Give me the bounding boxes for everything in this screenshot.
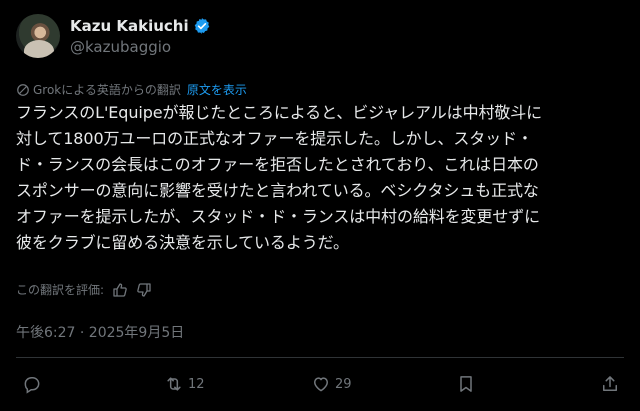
rate-translation-label: この翻訳を評価: [16, 283, 105, 297]
bookmark-button[interactable] [456, 374, 476, 394]
grok-icon [17, 83, 29, 96]
tweet-header: Kazu Kakiuchi @kazubaggio [16, 14, 624, 62]
retweet-icon [167, 377, 181, 391]
like-button[interactable]: 29 [311, 374, 352, 394]
heart-icon [314, 377, 328, 392]
tweet-text-line: フランスのL'Equipeが報じたところによると、ビジャレアルは中村敬斗に [16, 103, 543, 122]
retweet-count: 12 [188, 376, 205, 392]
translation-notice: Grokによる英語からの翻訳 原文を表示 [16, 81, 247, 98]
display-name[interactable]: Kazu Kakiuchi [70, 17, 189, 35]
translation-label: Grokによる英語からの翻訳 [33, 83, 181, 97]
rate-translation: この翻訳を評価: [16, 281, 152, 298]
share-button[interactable] [600, 374, 620, 394]
retweet-button[interactable]: 12 [164, 374, 205, 394]
share-icon [603, 376, 617, 391]
bookmark-icon [460, 376, 472, 392]
show-original-link[interactable]: 原文を表示 [187, 81, 247, 98]
user-handle[interactable]: @kazubaggio [70, 38, 171, 56]
avatar[interactable] [16, 14, 60, 58]
tweet-text-line: オファーを提示したが、スタッド・ド・ランスは中村の給料を変更せずに [16, 207, 541, 226]
tweet-text: フランスのL'Equipeが報じたところによると、ビジャレアルは中村敬斗に 対し… [16, 100, 628, 256]
verified-badge-icon [194, 18, 209, 34]
tweet-text-line: 彼をクラブに留める決意を示しているようだ。 [16, 233, 349, 252]
reply-icon [24, 377, 40, 394]
tweet-timestamp[interactable]: 午後6:27 · 2025年9月5日 [16, 322, 184, 342]
action-bar: 12 29 [16, 372, 624, 400]
tweet-text-line: ド・ランスの会長はこのオファーを拒否したとされており、これは日本の [16, 155, 539, 174]
divider [16, 357, 624, 358]
tweet-text-line: スポンサーの意向に影響を受けたと言われている。ベシクタシュも正式な [16, 181, 539, 200]
like-count: 29 [335, 376, 352, 392]
tweet-text-line: 対して1800万ユーロの正式なオファーを提示した。しかし、スタッド・ [16, 129, 533, 148]
reply-button[interactable] [22, 374, 42, 394]
thumbs-down-icon[interactable] [136, 282, 152, 298]
thumbs-up-icon[interactable] [112, 282, 128, 298]
name-row: Kazu Kakiuchi [70, 16, 211, 36]
